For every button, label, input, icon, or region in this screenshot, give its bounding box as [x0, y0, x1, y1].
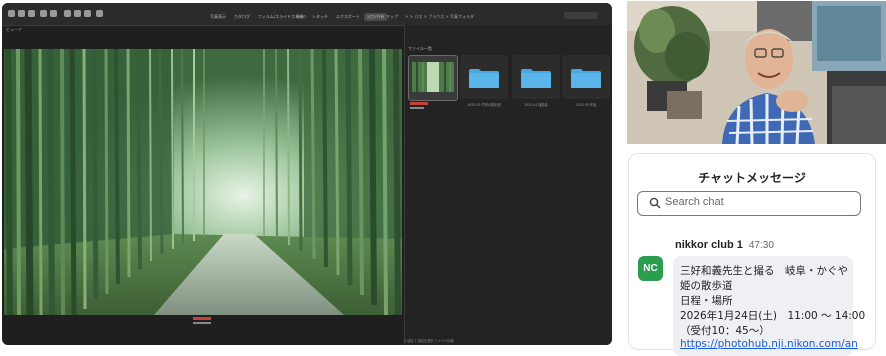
message-line-4: 2026年1月24日(土) 11:00 ～ 14:00	[680, 310, 866, 322]
tab-1[interactable]: カタログ	[234, 14, 250, 20]
back-icon[interactable]	[18, 10, 25, 17]
tab-3[interactable]: 現像	[296, 14, 304, 20]
thumbnail-caption	[410, 107, 424, 109]
tab-0[interactable]: 写真表示	[210, 14, 226, 20]
sender-name: nikkor club 1	[675, 239, 743, 251]
bamboo-thumbnail-image	[412, 62, 454, 92]
tab-4[interactable]: レタッチ	[312, 14, 328, 20]
menu-icon[interactable]	[8, 10, 15, 17]
chat-search-input[interactable]: Search chat	[637, 191, 861, 216]
chat-title: チャットメッセージ	[698, 171, 806, 185]
flag-icon[interactable]	[84, 10, 91, 17]
breadcrumb[interactable]: > > パス > ブラウズ > 写真フォルダ	[405, 14, 474, 20]
chat-search-placeholder: Search chat	[665, 196, 724, 208]
rotate-left-icon[interactable]	[64, 10, 71, 17]
message-link[interactable]: https://photohub.nji.nikon.com/an	[680, 338, 858, 350]
viewer-label: ビューア	[6, 27, 22, 32]
thumbnail-folder-2[interactable]	[512, 55, 560, 99]
photo-caption	[193, 322, 211, 324]
thumbnail-label-3: 2025 05 作品	[575, 103, 597, 107]
thumbnail-label-marker	[410, 102, 428, 105]
folder-icon	[571, 69, 601, 88]
thumbnail-folder-1[interactable]	[460, 55, 508, 99]
status-bar: 4 項目 1 項目を選択 ファイル情報	[404, 339, 454, 343]
message-time: 47:30	[748, 240, 774, 251]
rating-icon[interactable]	[96, 10, 103, 17]
rotate-right-icon[interactable]	[74, 10, 81, 17]
app-window: 写真表示 カタログ フィルム/スライドスキャン 現像 レタッチ エクスポート 出…	[2, 3, 612, 345]
photo-label-marker	[193, 317, 211, 320]
app-toolbar: 写真表示 カタログ フィルム/スライドスキャン 現像 レタッチ エクスポート 出…	[2, 3, 612, 26]
thumbnail-folder-3[interactable]	[562, 55, 610, 99]
folder-header: ファイル一覧	[408, 46, 432, 51]
chat-panel: チャットメッセージ Search chat NC nikkor club 1 47…	[628, 153, 876, 356]
bamboo-forest-image	[4, 49, 402, 315]
message-bubble: 三好和義先生と撮る 岐阜・かぐや 姫の散歩道 日程・場所 2026年1月24日(…	[673, 256, 865, 356]
message-line-3: 日程・場所	[680, 295, 733, 307]
view-grid-icon[interactable]	[40, 10, 47, 17]
tab-6[interactable]: 出力/共有	[364, 13, 388, 21]
folder-icon	[469, 69, 499, 88]
message-sender: nikkor club 1 47:30	[675, 239, 774, 251]
main-photo[interactable]	[4, 49, 402, 315]
thumbnail-photo[interactable]	[408, 55, 458, 101]
message-line-1: 三好和義先生と撮る 岐阜・かぐや	[680, 265, 848, 277]
app-search-input[interactable]	[564, 12, 598, 19]
forward-icon[interactable]	[28, 10, 35, 17]
thumbnail-label-2: 2025 04 撮影会	[524, 103, 548, 107]
message-line-5: （受付10：45～）	[680, 325, 770, 337]
view-single-icon[interactable]	[50, 10, 57, 17]
video-tile	[627, 1, 886, 144]
avatar: NC	[638, 256, 663, 281]
folder-icon	[521, 69, 551, 88]
thumbnail-label-1: 2025 03 竹林の散歩道	[467, 103, 501, 107]
message-line-2: 姫の散歩道	[680, 280, 733, 292]
search-icon	[649, 197, 661, 209]
tab-5[interactable]: エクスポート	[336, 14, 360, 20]
presenter-video-image	[627, 1, 886, 144]
tab-7[interactable]: マップ	[386, 14, 398, 20]
